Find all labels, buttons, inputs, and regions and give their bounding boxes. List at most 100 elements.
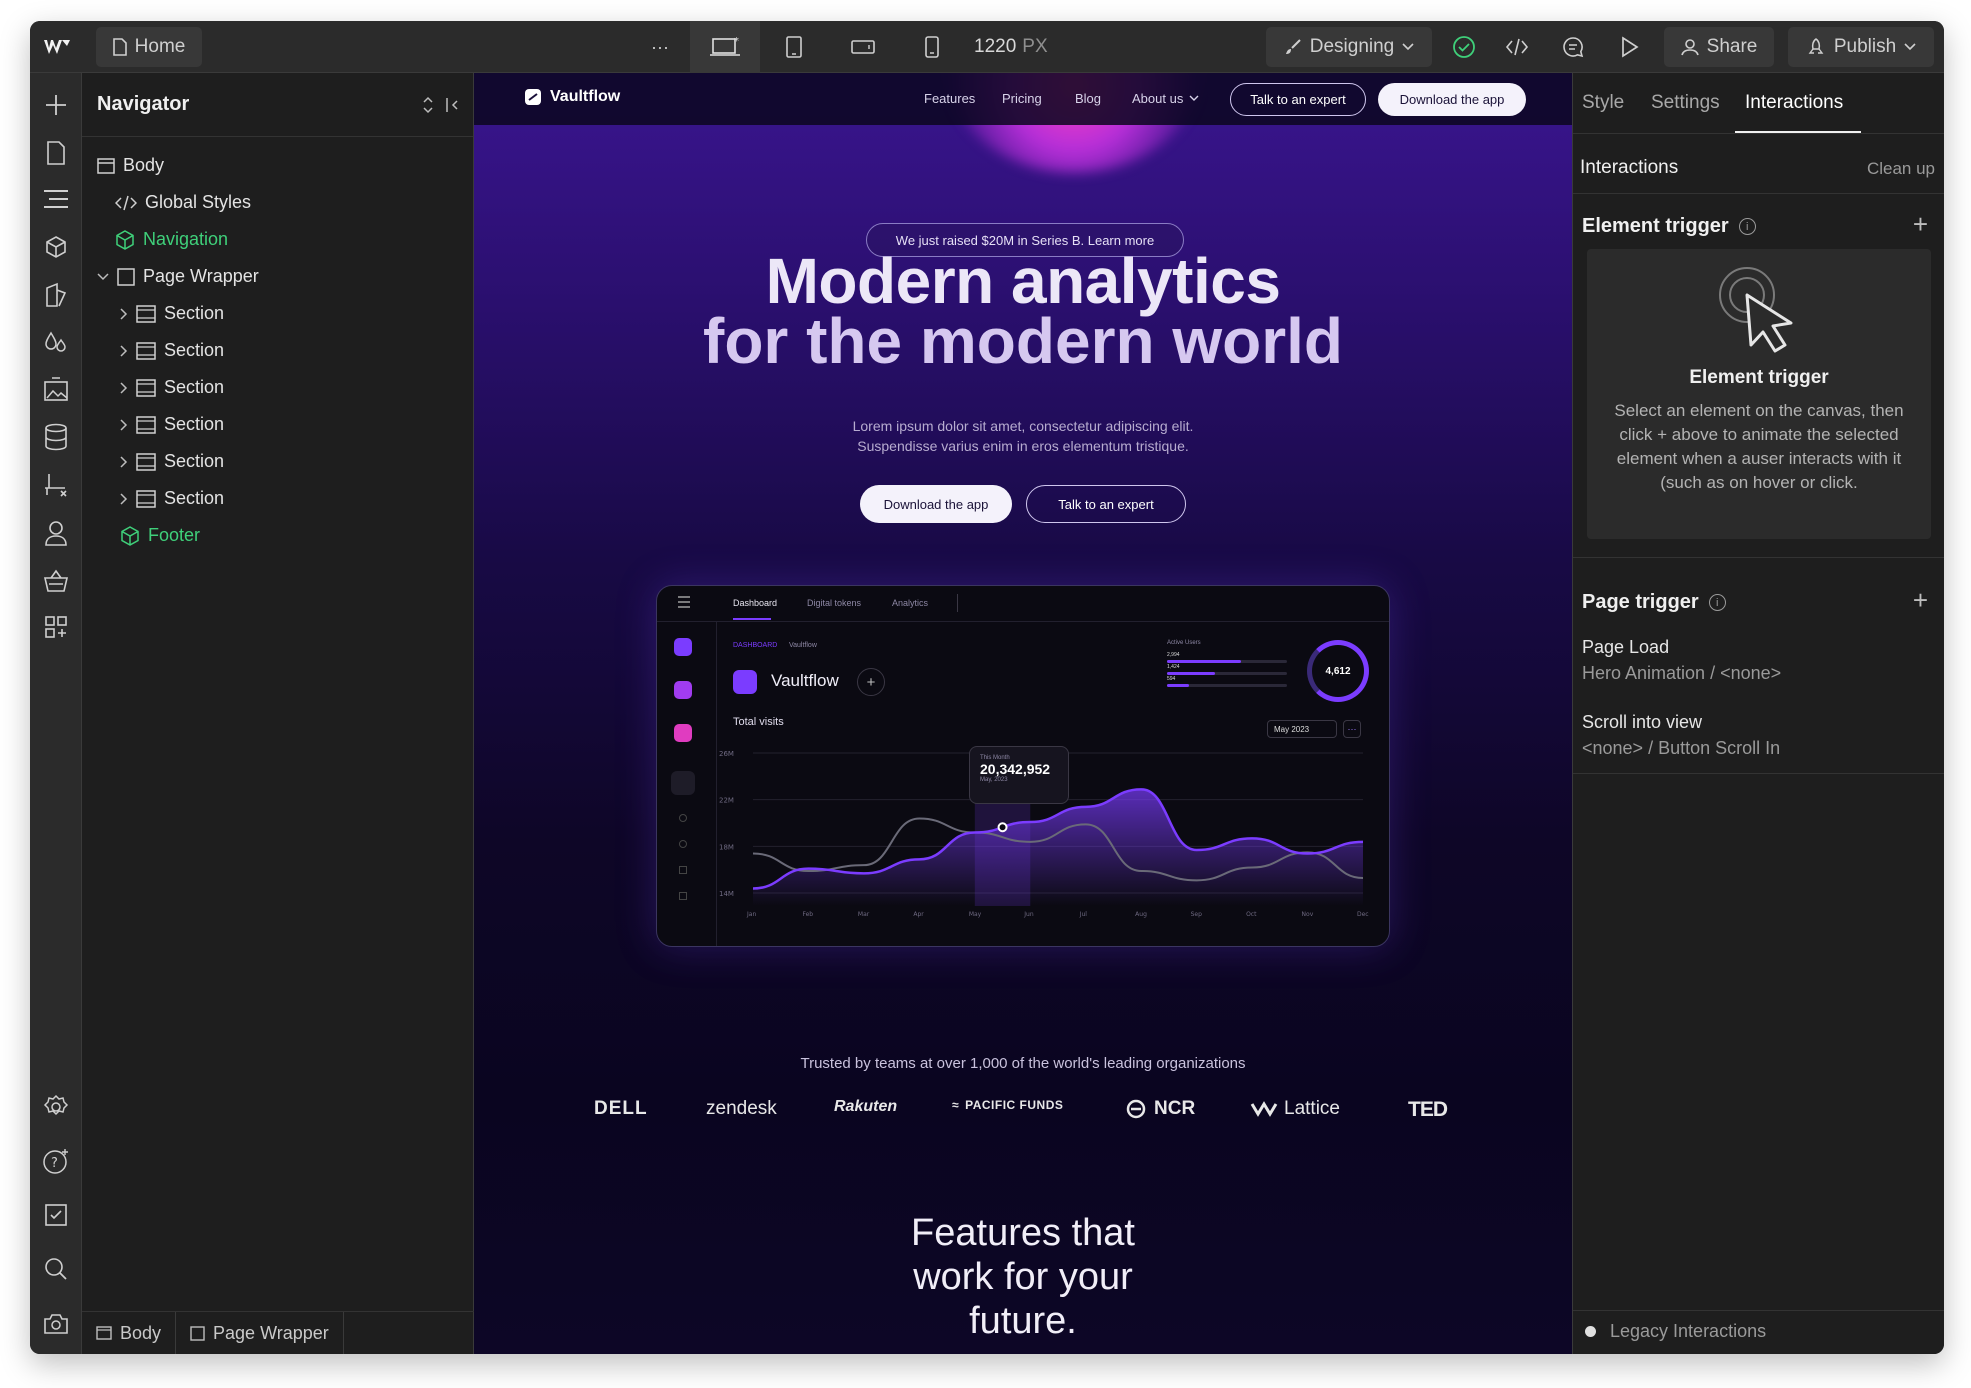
navigator-icon[interactable] xyxy=(42,185,70,213)
page-trigger-heading: Page trigger i xyxy=(1582,591,1726,614)
add-element-icon[interactable] xyxy=(42,91,70,119)
canvas-width-readout[interactable]: 1220 PX xyxy=(974,33,1048,61)
chevron-right-icon xyxy=(120,418,128,431)
tooltip-date: May, 2023 xyxy=(980,777,1008,783)
legacy-interactions-toggle[interactable]: Legacy Interactions xyxy=(1585,1321,1766,1342)
width-unit: PX xyxy=(1022,36,1048,57)
tree-label: Global Styles xyxy=(145,192,252,212)
breadcrumb-item-body[interactable]: Body xyxy=(82,1311,177,1354)
tree-label: Navigation xyxy=(143,229,229,249)
width-value: 1220 xyxy=(974,36,1017,57)
code-icon[interactable] xyxy=(1502,33,1532,61)
pages-icon[interactable] xyxy=(42,139,70,167)
more-options-icon[interactable]: ··· xyxy=(645,33,675,61)
scroll-into-view-label[interactable]: Scroll into view xyxy=(1582,712,1702,733)
page-load-value[interactable]: Hero Animation / <none> xyxy=(1582,663,1781,684)
tree-label: Footer xyxy=(148,525,201,545)
publish-button[interactable]: Publish xyxy=(1788,27,1934,67)
assets-icon[interactable] xyxy=(42,375,70,403)
y-tick-label: 14M xyxy=(719,890,734,898)
tab-settings[interactable]: Settings xyxy=(1651,73,1720,133)
add-page-trigger-icon[interactable]: + xyxy=(1913,585,1928,616)
logo-pacific-funds: ≈ PACIFIC FUNDS xyxy=(952,1098,1063,1112)
home-page-button[interactable]: Home xyxy=(96,27,202,67)
y-tick-label: 26M xyxy=(719,750,734,758)
home-label: Home xyxy=(134,36,186,57)
tree-item-section[interactable]: Section xyxy=(120,332,224,369)
hero-download-button[interactable]: Download the app xyxy=(860,485,1012,523)
tree-item-navigation[interactable]: Navigation xyxy=(115,221,228,258)
dock-panel-icon[interactable] xyxy=(445,97,459,113)
download-app-button[interactable]: Download the app xyxy=(1378,83,1526,116)
tree-item-section[interactable]: Section xyxy=(120,443,224,480)
help-icon[interactable]: ? xyxy=(42,1147,70,1175)
variables-icon[interactable] xyxy=(42,329,70,357)
tree-item-page-wrapper[interactable]: Page Wrapper xyxy=(97,258,259,295)
nav-link-blog[interactable]: Blog xyxy=(1075,91,1101,106)
clean-up-button[interactable]: Clean up xyxy=(1867,159,1935,179)
tree-label: Section xyxy=(164,303,225,323)
video-tutorials-icon[interactable] xyxy=(42,1309,70,1337)
logo-rakuten: Rakuten xyxy=(834,1098,898,1115)
tree-item-section[interactable]: Section xyxy=(120,295,224,332)
comments-icon[interactable] xyxy=(1558,33,1588,61)
logic-icon[interactable] xyxy=(42,471,70,499)
tab-style[interactable]: Style xyxy=(1582,73,1624,133)
code-embed-icon xyxy=(115,195,137,211)
cursor-click-icon xyxy=(1717,265,1801,355)
apps-icon[interactable] xyxy=(42,613,70,641)
tree-item-body[interactable]: Body xyxy=(97,147,164,184)
page-load-label[interactable]: Page Load xyxy=(1582,637,1669,658)
logo-dell: DELL xyxy=(594,1098,648,1119)
component-icon xyxy=(120,525,140,546)
tree-item-global-styles[interactable]: Global Styles xyxy=(115,184,251,221)
share-button[interactable]: Share xyxy=(1664,27,1774,67)
info-icon[interactable]: i xyxy=(1708,594,1726,611)
style-selectors-icon[interactable] xyxy=(42,281,70,309)
expand-collapse-icon[interactable] xyxy=(423,96,433,114)
tree-item-section[interactable]: Section xyxy=(120,369,224,406)
audit-checkbox-icon[interactable] xyxy=(42,1201,70,1229)
x-tick-label: Jul xyxy=(1079,911,1088,918)
scroll-into-view-value[interactable]: <none> / Button Scroll In xyxy=(1582,738,1780,759)
mobile-portrait-icon[interactable] xyxy=(918,33,946,61)
components-icon[interactable] xyxy=(42,233,70,261)
breadcrumb-item-page-wrapper[interactable]: Page Wrapper xyxy=(176,1311,344,1354)
webflow-logo-icon[interactable] xyxy=(42,33,72,61)
info-icon[interactable]: i xyxy=(1738,218,1756,235)
status-check-icon[interactable] xyxy=(1450,33,1478,61)
nav-link-about[interactable]: About us xyxy=(1132,91,1199,106)
features-heading-line: Features that xyxy=(911,1212,1135,1254)
tablet-breakpoint-icon[interactable] xyxy=(780,33,808,61)
add-element-trigger-icon[interactable]: + xyxy=(1913,209,1928,240)
section-icon xyxy=(136,378,156,397)
desktop-breakpoint-icon[interactable]: * xyxy=(690,21,760,73)
tab-interactions[interactable]: Interactions xyxy=(1745,73,1843,133)
users-icon[interactable] xyxy=(42,519,70,547)
hero-talk-button[interactable]: Talk to an expert xyxy=(1026,485,1186,523)
cms-icon[interactable] xyxy=(42,423,70,451)
site-logo[interactable]: Vaultflow xyxy=(524,88,620,106)
design-canvas[interactable]: Vaultflow Features Pricing Blog About us… xyxy=(474,73,1572,1354)
section-icon xyxy=(136,415,156,434)
vaultflow-logo-icon xyxy=(524,88,542,106)
element-trigger-card-title: Element trigger xyxy=(1689,367,1829,388)
site-navbar[interactable]: Vaultflow Features Pricing Blog About us… xyxy=(474,73,1572,125)
tree-item-footer[interactable]: Footer xyxy=(120,517,200,554)
mode-dropdown[interactable]: Designing xyxy=(1266,27,1432,67)
chevron-right-icon xyxy=(120,344,128,357)
search-icon[interactable] xyxy=(42,1255,70,1283)
mobile-landscape-icon[interactable] xyxy=(848,33,878,61)
preview-play-icon[interactable] xyxy=(1614,33,1644,61)
nav-link-pricing[interactable]: Pricing xyxy=(1002,91,1042,106)
features-heading-line: future. xyxy=(969,1300,1077,1342)
settings-gear-icon[interactable] xyxy=(42,1093,70,1121)
tree-item-section[interactable]: Section xyxy=(120,480,224,517)
navigator-header: Navigator xyxy=(82,73,473,137)
talk-to-expert-button[interactable]: Talk to an expert xyxy=(1230,83,1366,116)
ecommerce-basket-icon[interactable] xyxy=(42,567,70,595)
nav-link-features[interactable]: Features xyxy=(924,91,975,106)
x-tick-label: Aug xyxy=(1135,911,1147,918)
chevron-down-icon xyxy=(1189,95,1199,102)
tree-item-section[interactable]: Section xyxy=(120,406,224,443)
